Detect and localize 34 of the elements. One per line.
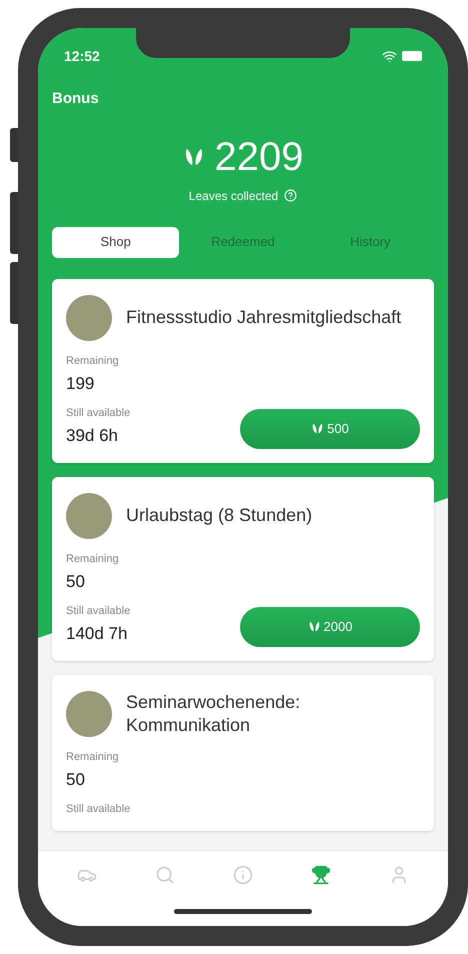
battery-icon	[402, 51, 422, 61]
info-icon[interactable]	[233, 865, 253, 885]
remaining-value: 50	[66, 769, 86, 791]
reward-title: Fitnessstudio Jahresmitgliedschaft	[126, 306, 402, 329]
balance-label: Leaves collected	[188, 188, 278, 204]
tab[interactable]: Shop	[52, 226, 180, 258]
remaining-value: 199	[66, 373, 96, 395]
photo-placeholder	[66, 690, 112, 736]
remaining-value: 50	[66, 571, 86, 593]
redeem-button[interactable]: 2000	[240, 606, 420, 646]
leaf-icon	[311, 422, 324, 435]
remaining-label: Remaining	[66, 552, 120, 566]
remaining-label: Remaining	[66, 354, 120, 368]
search-icon[interactable]	[155, 865, 175, 885]
help-icon[interactable]	[284, 189, 298, 202]
status-time: 12:52	[64, 46, 100, 66]
tab[interactable]: History	[306, 226, 434, 258]
availability-label: Still available	[66, 406, 130, 420]
availability-value: 39d 6h	[66, 425, 119, 447]
leaf-icon	[308, 620, 321, 633]
redeem-button[interactable]: 500	[240, 408, 420, 448]
photo-placeholder	[66, 294, 112, 340]
page-title: Bonus	[52, 89, 100, 109]
reward-title: Urlaubstag (8 Stunden)	[126, 504, 312, 527]
availability-label: Still available	[66, 604, 130, 618]
availability-label: Still available	[66, 802, 130, 816]
reward-title: Seminarwochenende: Kommunikation	[126, 690, 302, 736]
tab[interactable]: Redeemed	[179, 226, 307, 258]
leaves-balance: 2209	[214, 134, 304, 178]
availability-value: 140d 7h	[66, 623, 128, 645]
photo-placeholder	[66, 492, 112, 538]
remaining-label: Remaining	[66, 750, 120, 764]
wifi-icon	[382, 48, 397, 64]
trophy-icon[interactable]	[311, 865, 331, 885]
